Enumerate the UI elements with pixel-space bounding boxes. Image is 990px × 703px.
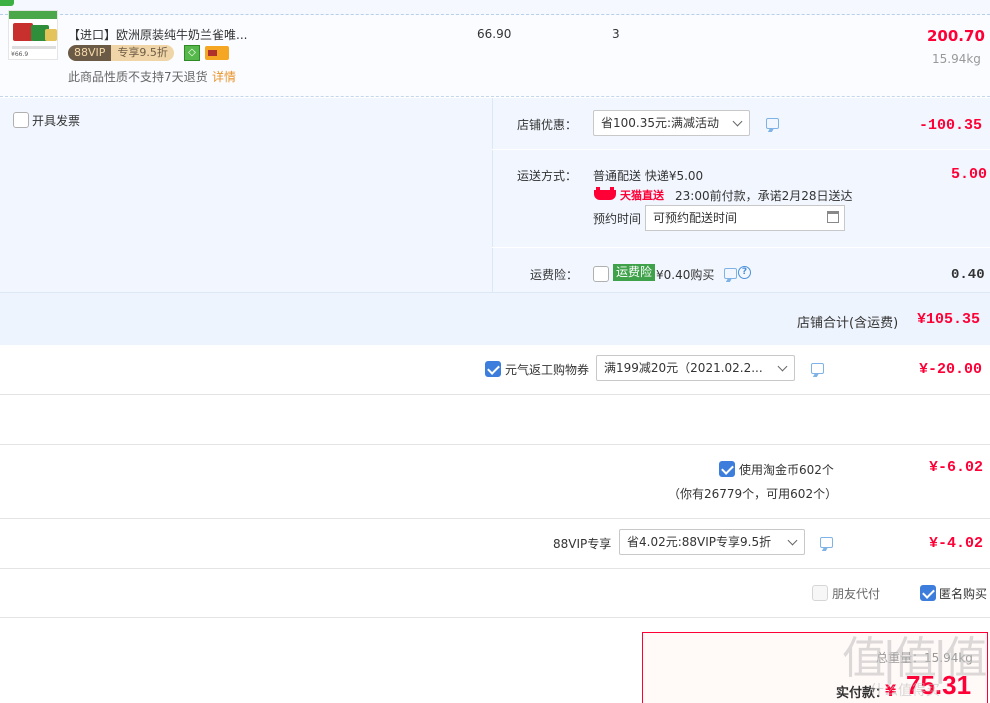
shipping-amount: 5.00 <box>951 166 988 183</box>
invoice-label[interactable]: 开具发票 <box>32 112 80 129</box>
divider <box>0 617 990 618</box>
chat-icon[interactable] <box>820 537 833 548</box>
divider <box>0 444 990 445</box>
shop-badge-icon <box>0 0 14 6</box>
top-strip <box>0 0 990 15</box>
divider <box>0 568 990 569</box>
tmall-direct-text: 天猫直送 <box>620 189 664 202</box>
anonymous-checkbox[interactable] <box>920 585 936 601</box>
coupon-value: 满199减20元（2021.02.2... <box>604 361 763 375</box>
chat-icon[interactable] <box>766 118 779 129</box>
divider <box>0 518 990 519</box>
item-subtotal: 200.70 <box>927 27 985 45</box>
card-payment-icon[interactable] <box>205 46 229 60</box>
no-return-notice: 此商品性质不支持7天退货 <box>68 70 208 84</box>
shop-discount-value: 省100.35元:满减活动 <box>601 116 720 130</box>
quantity: 3 <box>612 27 620 41</box>
tmall-cat-icon <box>594 187 616 200</box>
coupon-select[interactable]: 满199减20元（2021.02.2... <box>596 355 795 381</box>
schedule-time-value: 可预约配送时间 <box>653 211 738 225</box>
chat-icon[interactable] <box>724 268 737 279</box>
service-guarantee-icon[interactable]: ◇ <box>184 45 200 61</box>
insurance-price: ¥0.40购买 <box>656 268 715 282</box>
return-detail-link[interactable]: 详情 <box>212 68 236 85</box>
insurance-label: 运费险： <box>530 268 579 282</box>
shop-discount-select[interactable]: 省100.35元:满减活动 <box>593 110 750 136</box>
invoice-checkbox[interactable] <box>13 112 29 128</box>
taojinbi-note: （你有26779个，可用602个） <box>668 487 838 501</box>
divider <box>492 247 990 248</box>
chevron-down-icon <box>732 116 743 127</box>
vip-discount-badge: 88VIP 专享9.5折 <box>68 45 174 61</box>
taojinbi-amount: ¥-6.02 <box>929 459 984 476</box>
anonymous-label[interactable]: 匿名购买 <box>939 585 987 602</box>
help-icon[interactable]: ? <box>738 266 751 279</box>
schedule-label: 预约时间 <box>593 212 642 226</box>
taojinbi-label[interactable]: 使用淘金币602个 <box>739 461 834 478</box>
vip88-select[interactable]: 省4.02元:88VIP专享9.5折 <box>619 529 805 555</box>
shipping-label: 运送方式： <box>517 169 578 183</box>
calendar-icon[interactable] <box>827 211 839 223</box>
insurance-checkbox[interactable] <box>593 266 609 282</box>
vip88-amount: ¥-4.02 <box>929 535 984 552</box>
chevron-down-icon <box>787 535 798 546</box>
coupon-amount: ¥-20.00 <box>919 361 983 378</box>
product-title[interactable]: 【进口】欧洲原装纯牛奶兰雀唯... <box>68 26 247 43</box>
item-weight: 15.94kg <box>932 52 981 66</box>
shipping-method: 普通配送 快递¥5.00 <box>593 169 704 183</box>
shop-total-amount: ¥105.35 <box>917 311 981 328</box>
insurance-tag: 运费险 <box>613 264 656 281</box>
vip-badge-right: 专享9.5折 <box>111 45 174 61</box>
watermark-text: 什么值得买 <box>870 683 940 699</box>
unit-price: 66.90 <box>477 27 512 41</box>
shop-total-label: 店铺合计(含运费) <box>797 316 899 331</box>
taojinbi-checkbox[interactable] <box>719 461 735 477</box>
shop-discount-amount: -100.35 <box>919 117 983 134</box>
vip-badge-left: 88VIP <box>68 45 112 61</box>
friend-pay-checkbox[interactable] <box>812 585 828 601</box>
vip88-label: 88VIP专享 <box>553 537 612 551</box>
coupon-checkbox[interactable] <box>485 361 501 377</box>
coupon-label: 元气返工购物券 <box>505 363 590 377</box>
shop-discount-label: 店铺优惠： <box>517 118 578 132</box>
delivery-promise: 23:00前付款，承诺2月28日送达 <box>675 189 853 203</box>
divider <box>0 394 990 395</box>
chat-icon[interactable] <box>811 363 824 374</box>
insurance-amount: 0.40 <box>951 267 985 283</box>
thumb-price: ¥66.9 <box>11 51 29 58</box>
friend-pay-label[interactable]: 朋友代付 <box>832 585 880 602</box>
divider <box>492 149 990 150</box>
tmall-direct-logo: 天猫直送 <box>594 187 666 202</box>
vip88-value: 省4.02元:88VIP专享9.5折 <box>627 535 772 549</box>
chevron-down-icon <box>777 361 788 372</box>
watermark-logo: 值|值|值 <box>842 633 988 684</box>
product-thumbnail[interactable]: ¥66.9 <box>8 10 58 60</box>
schedule-time-input[interactable]: 可预约配送时间 <box>645 205 845 231</box>
